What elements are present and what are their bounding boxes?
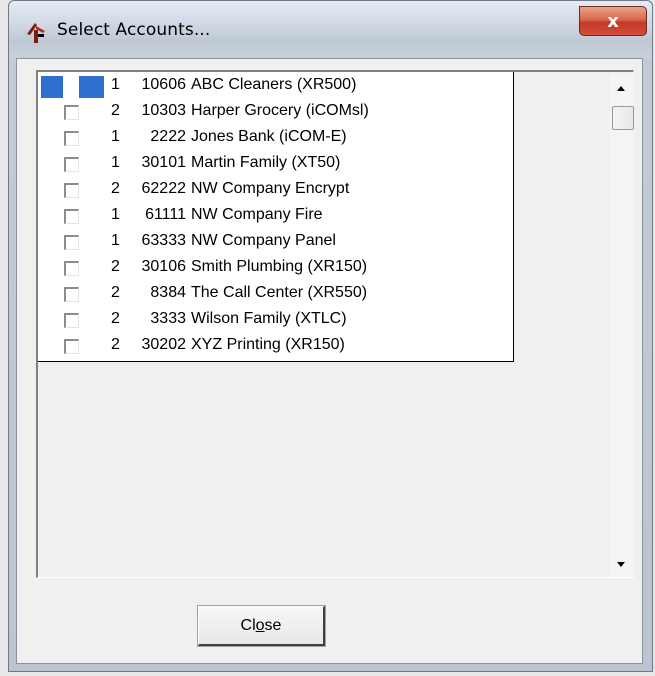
- vertical-scrollbar[interactable]: [610, 74, 634, 577]
- account-name: Harper Grocery (iCOMsl): [191, 102, 369, 119]
- accounts-list: 1 10606 ABC Cleaners (XR500) 2 10303 Harper G…: [38, 72, 514, 362]
- account-type: 2: [111, 180, 120, 197]
- account-name: NW Company Panel: [191, 232, 336, 249]
- selection-highlight: [79, 76, 104, 98]
- account-name: Smith Plumbing (XR150): [191, 258, 368, 275]
- account-type: 2: [111, 102, 120, 119]
- account-number: 62222: [141, 180, 187, 197]
- list-item[interactable]: 2 62222 NW Company Encrypt: [38, 176, 512, 201]
- account-number: 30101: [141, 154, 187, 171]
- account-checkbox[interactable]: [64, 313, 79, 328]
- account-number: 10303: [141, 102, 187, 119]
- account-checkbox[interactable]: [64, 131, 79, 146]
- account-name: NW Company Fire: [191, 206, 323, 223]
- list-item[interactable]: 1 30101 Martin Family (XT50): [38, 150, 512, 175]
- account-number: 2222: [150, 128, 186, 145]
- account-type: 2: [111, 284, 120, 301]
- account-type: 2: [111, 336, 120, 353]
- scroll-down-arrow-icon[interactable]: [617, 562, 625, 567]
- account-name: Jones Bank (iCOM-E): [191, 128, 347, 145]
- account-type: 1: [111, 76, 120, 93]
- title-bar[interactable]: Select Accounts... x: [9, 1, 652, 59]
- close-icon: x: [607, 10, 619, 32]
- close-button[interactable]: Close: [197, 605, 326, 647]
- app-logo-icon: [27, 23, 45, 43]
- account-type: 2: [111, 310, 120, 327]
- account-checkbox[interactable]: [64, 339, 79, 354]
- window-title: Select Accounts...: [57, 20, 211, 40]
- account-type: 1: [111, 206, 120, 223]
- account-checkbox[interactable]: [64, 287, 79, 302]
- account-name: XYZ Printing (XR150): [191, 336, 345, 353]
- list-item[interactable]: 2 30202 XYZ Printing (XR150): [38, 332, 512, 357]
- account-checkbox[interactable]: [64, 78, 79, 95]
- list-item[interactable]: 1 63333 NW Company Panel: [38, 228, 512, 253]
- account-type: 1: [111, 128, 120, 145]
- account-checkbox[interactable]: [64, 235, 79, 250]
- account-number: 8384: [150, 284, 186, 301]
- account-checkbox[interactable]: [64, 183, 79, 198]
- account-checkbox[interactable]: [64, 105, 79, 120]
- scroll-thumb[interactable]: [612, 106, 634, 130]
- selection-highlight: [41, 76, 63, 98]
- account-number: 30202: [141, 336, 187, 353]
- scroll-up-arrow-icon[interactable]: [617, 86, 625, 91]
- list-item[interactable]: 2 10303 Harper Grocery (iCOMsl): [38, 98, 512, 123]
- list-item[interactable]: 1 2222 Jones Bank (iCOM-E): [38, 124, 512, 149]
- account-checkbox[interactable]: [64, 261, 79, 276]
- list-item[interactable]: 2 8384 The Call Center (XR550): [38, 280, 512, 305]
- close-button-label: Close: [240, 616, 282, 634]
- account-name: NW Company Encrypt: [191, 180, 350, 197]
- account-type: 2: [111, 258, 120, 275]
- account-number: 3333: [150, 310, 186, 327]
- window-close-button[interactable]: x: [579, 6, 647, 36]
- list-item[interactable]: 1 10606 ABC Cleaners (XR500): [38, 72, 512, 98]
- account-number: 61111: [145, 206, 186, 223]
- account-number: 10606: [141, 76, 187, 93]
- account-name: The Call Center (XR550): [191, 284, 368, 301]
- account-type: 1: [111, 154, 120, 171]
- list-item[interactable]: 2 3333 Wilson Family (XTLC): [38, 306, 512, 331]
- account-number: 63333: [141, 232, 187, 249]
- account-number: 30106: [141, 258, 187, 275]
- list-item[interactable]: 2 30106 Smith Plumbing (XR150): [38, 254, 512, 279]
- account-checkbox[interactable]: [64, 157, 79, 172]
- account-name: Martin Family (XT50): [191, 154, 341, 171]
- list-item[interactable]: 1 61111 NW Company Fire: [38, 202, 512, 227]
- account-checkbox[interactable]: [64, 209, 79, 224]
- account-type: 1: [111, 232, 120, 249]
- accounts-listbox[interactable]: 1 10606 ABC Cleaners (XR500) 2 10303 Harper G…: [36, 70, 634, 578]
- account-name: Wilson Family (XTLC): [191, 310, 347, 327]
- account-name: ABC Cleaners (XR500): [191, 76, 357, 93]
